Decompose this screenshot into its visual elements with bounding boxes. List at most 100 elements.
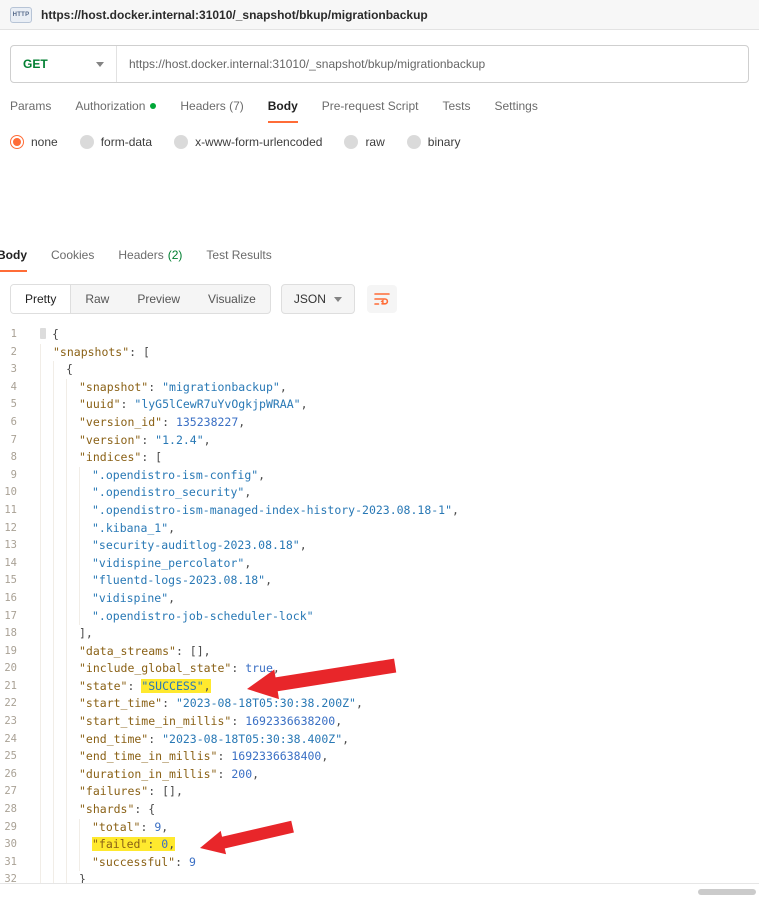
body-type-binary[interactable]: binary bbox=[407, 135, 461, 149]
code-token: "include_global_state" bbox=[79, 661, 231, 675]
tab-body[interactable]: Body bbox=[268, 99, 298, 123]
chevron-down-icon bbox=[96, 62, 104, 67]
code-token: 135238227 bbox=[176, 415, 238, 429]
indent-guide bbox=[66, 678, 79, 696]
view-tab-visualize[interactable]: Visualize bbox=[194, 285, 270, 313]
radio-selected-icon bbox=[10, 135, 24, 149]
body-type-x-www-form-urlencoded[interactable]: x-www-form-urlencoded bbox=[174, 135, 322, 149]
code-token: ".opendistro_security" bbox=[92, 485, 244, 499]
code-line: 4"snapshot": "migrationbackup", bbox=[0, 379, 759, 397]
code-token: , bbox=[273, 661, 280, 675]
line-number: 4 bbox=[0, 379, 26, 397]
code-token: "data_streams" bbox=[79, 644, 176, 658]
code-token: "uuid" bbox=[79, 397, 121, 411]
indent-guide bbox=[40, 484, 53, 502]
view-tab-raw[interactable]: Raw bbox=[71, 285, 123, 313]
indent-guide bbox=[40, 555, 53, 573]
code-line: 32} bbox=[0, 871, 759, 883]
line-number: 7 bbox=[0, 432, 26, 450]
code-token: , bbox=[244, 485, 251, 499]
view-tab-preview[interactable]: Preview bbox=[123, 285, 194, 313]
view-tab-pretty[interactable]: Pretty bbox=[11, 285, 71, 313]
line-number: 27 bbox=[0, 783, 26, 801]
code-line: 8"indices": [ bbox=[0, 449, 759, 467]
request-tab-header: HTTP https://host.docker.internal:31010/… bbox=[0, 0, 759, 30]
code-token: "indices" bbox=[79, 450, 141, 464]
line-number: 21 bbox=[0, 678, 26, 696]
tab-settings[interactable]: Settings bbox=[494, 99, 537, 123]
format-select[interactable]: JSON bbox=[281, 284, 355, 314]
code-token: 9 bbox=[189, 855, 196, 869]
highlighted-token: "SUCCESS" bbox=[141, 679, 203, 693]
view-tab-label: Preview bbox=[137, 292, 180, 306]
tab-pre-request-script[interactable]: Pre-request Script bbox=[322, 99, 419, 123]
tab-tests[interactable]: Tests bbox=[442, 99, 470, 123]
tab-headers[interactable]: Headers (7) bbox=[180, 99, 243, 123]
request-body-empty-area bbox=[0, 149, 759, 248]
code-token: , bbox=[356, 696, 363, 710]
body-type-none[interactable]: none bbox=[10, 135, 58, 149]
indent-guide bbox=[66, 502, 79, 520]
indent-guide bbox=[66, 695, 79, 713]
code-token: : bbox=[127, 679, 141, 693]
code-line: 3{ bbox=[0, 361, 759, 379]
line-number: 32 bbox=[0, 871, 26, 883]
body-type-raw[interactable]: raw bbox=[344, 135, 384, 149]
request-url-input[interactable] bbox=[117, 46, 748, 82]
tab-response-body[interactable]: Body bbox=[0, 248, 27, 272]
line-number: 25 bbox=[0, 748, 26, 766]
code-token: , bbox=[342, 732, 349, 746]
code-token: "migrationbackup" bbox=[162, 380, 280, 394]
indent-guide bbox=[79, 555, 92, 573]
indent-guide bbox=[40, 344, 53, 362]
tab-response-headers[interactable]: Headers (2) bbox=[118, 248, 182, 272]
indent-guide bbox=[53, 713, 66, 731]
indent-guide bbox=[66, 555, 79, 573]
code-token: : bbox=[121, 397, 135, 411]
indent-guide bbox=[40, 836, 53, 854]
code-token: , bbox=[252, 767, 259, 781]
code-token: , bbox=[301, 397, 308, 411]
response-view-controls: Pretty Raw Preview Visualize JSON bbox=[10, 284, 749, 314]
line-number: 11 bbox=[0, 502, 26, 520]
line-number: 15 bbox=[0, 572, 26, 590]
code-token: , bbox=[452, 503, 459, 517]
tab-test-results[interactable]: Test Results bbox=[206, 248, 271, 272]
tab-authorization[interactable]: Authorization bbox=[75, 99, 156, 123]
code-token: "start_time" bbox=[79, 696, 162, 710]
indent-guide bbox=[40, 379, 53, 397]
code-line: 26"duration_in_millis": 200, bbox=[0, 766, 759, 784]
indent-guide bbox=[40, 396, 53, 414]
indent-guide bbox=[40, 660, 53, 678]
code-line: 1{ bbox=[0, 326, 759, 344]
method-select[interactable]: GET bbox=[11, 46, 117, 82]
headers-count-badge: (2) bbox=[168, 248, 183, 262]
code-token: : bbox=[141, 433, 155, 447]
indent-guide bbox=[66, 608, 79, 626]
indent-guide bbox=[66, 748, 79, 766]
request-url-bar: GET bbox=[10, 45, 749, 83]
horizontal-scrollbar[interactable] bbox=[698, 889, 756, 895]
indent-guide bbox=[53, 643, 66, 661]
tab-label: Body bbox=[268, 99, 298, 113]
indent-guide bbox=[66, 449, 79, 467]
code-token: { bbox=[52, 327, 59, 341]
code-token: 1692336638200 bbox=[245, 714, 335, 728]
wrap-text-icon[interactable] bbox=[367, 285, 397, 313]
indent-guide bbox=[79, 537, 92, 555]
body-type-form-data[interactable]: form-data bbox=[80, 135, 152, 149]
indent-guide bbox=[53, 537, 66, 555]
tab-response-cookies[interactable]: Cookies bbox=[51, 248, 94, 272]
code-token: 200 bbox=[231, 767, 252, 781]
fold-marker-icon[interactable] bbox=[40, 328, 46, 339]
line-number: 18 bbox=[0, 625, 26, 643]
code-token: , bbox=[265, 573, 272, 587]
indent-guide bbox=[40, 625, 53, 643]
tab-params[interactable]: Params bbox=[10, 99, 51, 123]
line-number: 28 bbox=[0, 801, 26, 819]
indent-guide bbox=[66, 432, 79, 450]
code-token: true bbox=[245, 661, 273, 675]
view-mode-tabs: Pretty Raw Preview Visualize bbox=[10, 284, 271, 314]
indent-guide bbox=[79, 484, 92, 502]
code-token: : bbox=[162, 696, 176, 710]
